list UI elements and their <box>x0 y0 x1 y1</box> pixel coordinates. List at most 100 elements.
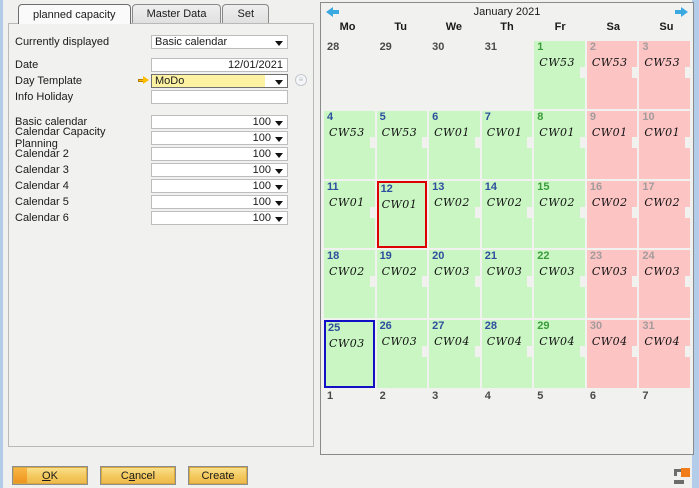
calendar-day-cell[interactable]: 27CW04 <box>429 320 480 388</box>
calendar-day-cell[interactable]: 12CW01 <box>377 181 428 249</box>
day-number: 28 <box>484 320 531 333</box>
calendar-day-cell[interactable]: 5 <box>534 390 585 451</box>
calendar-day-cell[interactable]: 16CW02 <box>587 181 638 249</box>
calendar-month-title: January 2021 <box>474 6 541 18</box>
calendar-day-cell[interactable]: 24CW03 <box>639 250 690 318</box>
calendar-day-cell[interactable]: 17CW02 <box>639 181 690 249</box>
date-label: Date <box>13 59 151 71</box>
create-button[interactable]: Create <box>188 466 248 485</box>
day-number: 1 <box>326 390 373 403</box>
calendar-day-cell[interactable]: 28CW04 <box>482 320 533 388</box>
calendar-day-cell[interactable]: 31 <box>482 41 533 109</box>
footer: OK Cancel Create <box>0 455 699 488</box>
calendar-capacity-dropdown[interactable]: 100 <box>151 115 288 129</box>
calendar-week-label: CW02 <box>431 196 478 209</box>
calendar-capacity-dropdown[interactable]: 100 <box>151 179 288 193</box>
calendar-day-cell[interactable]: 1CW53 <box>534 41 585 109</box>
calendar-day-cell[interactable]: 30CW04 <box>587 320 638 388</box>
day-template-dropdown[interactable]: MoDo <box>151 74 288 88</box>
weekday-label: Sa <box>587 21 640 37</box>
info-holiday-input[interactable] <box>151 90 288 104</box>
next-month-arrow-icon[interactable] <box>674 7 688 17</box>
calendar-week-label: CW03 <box>379 335 426 348</box>
calendar-day-cell[interactable]: 8CW01 <box>534 111 585 179</box>
day-number: 17 <box>641 181 688 194</box>
currently-displayed-dropdown[interactable]: Basic calendar <box>151 35 288 49</box>
currently-displayed-value: Basic calendar <box>152 36 287 48</box>
calendar-capacity-dropdown[interactable]: 100 <box>151 131 288 145</box>
chevron-down-icon[interactable] <box>275 137 283 142</box>
cancel-button[interactable]: Cancel <box>100 466 176 485</box>
calendar-day-cell[interactable]: 5CW53 <box>377 111 428 179</box>
calendar-capacity-value: 100 <box>152 180 287 192</box>
calendar-capacity-dropdown[interactable]: 100 <box>151 147 288 161</box>
tab-set[interactable]: Set <box>222 4 269 23</box>
chevron-down-icon[interactable] <box>275 185 283 190</box>
day-number: 9 <box>589 111 636 124</box>
calendar-day-cell[interactable]: 6CW01 <box>429 111 480 179</box>
calendar-capacity-value: 100 <box>152 196 287 208</box>
info-holiday-label: Info Holiday <box>13 91 151 103</box>
calendar-capacity-label: Calendar 3 <box>13 164 151 176</box>
calendar-capacity-dropdown[interactable]: 100 <box>151 211 288 225</box>
day-number: 30 <box>431 41 478 54</box>
calendar-day-cell[interactable]: 3 <box>429 390 480 451</box>
tab-master-data[interactable]: Master Data <box>132 4 222 23</box>
chevron-down-icon[interactable] <box>275 201 283 206</box>
calendar-day-cell[interactable]: 23CW03 <box>587 250 638 318</box>
tab-bar: planned capacity Master Data Set <box>18 4 270 24</box>
edit-list-icon[interactable]: ≡ <box>295 74 307 86</box>
calendar-day-cell[interactable]: 18CW02 <box>324 250 375 318</box>
corner-bracket <box>674 480 684 484</box>
calendar-day-cell[interactable]: 13CW02 <box>429 181 480 249</box>
date-input[interactable]: 12/01/2021 <box>151 58 288 72</box>
calendar-day-cell[interactable]: 19CW02 <box>377 250 428 318</box>
calendar-day-cell[interactable]: 29CW04 <box>534 320 585 388</box>
calendar-day-cell[interactable]: 11CW01 <box>324 181 375 249</box>
calendar-day-cell[interactable]: 4CW53 <box>324 111 375 179</box>
calendar-capacity-dropdown[interactable]: 100 <box>151 195 288 209</box>
day-number: 27 <box>431 320 478 333</box>
chevron-down-icon[interactable] <box>275 80 283 85</box>
day-number: 23 <box>589 250 636 263</box>
chevron-down-icon[interactable] <box>275 169 283 174</box>
calendar-day-cell[interactable]: 26CW03 <box>377 320 428 388</box>
day-number: 16 <box>589 181 636 194</box>
tab-planned-capacity[interactable]: planned capacity <box>18 4 131 24</box>
previous-month-arrow-icon[interactable] <box>326 7 340 17</box>
calendar-day-cell[interactable]: 2 <box>377 390 428 451</box>
calendar-day-cell[interactable]: 20CW03 <box>429 250 480 318</box>
calendar-day-cell[interactable]: 3CW53 <box>639 41 690 109</box>
calendar-day-cell[interactable]: 7CW01 <box>482 111 533 179</box>
calendar-week-label: CW01 <box>484 126 531 139</box>
calendar-day-cell[interactable]: 15CW02 <box>534 181 585 249</box>
chevron-down-icon[interactable] <box>275 153 283 158</box>
link-arrow-head <box>143 76 149 84</box>
link-arrow-icon[interactable] <box>138 76 149 85</box>
calendar-day-cell[interactable]: 30 <box>429 41 480 109</box>
day-number: 20 <box>431 250 478 263</box>
calendar-day-cell[interactable]: 4 <box>482 390 533 451</box>
weekday-label: Th <box>480 21 533 37</box>
day-number: 24 <box>641 250 688 263</box>
chevron-down-icon[interactable] <box>275 217 283 222</box>
calendar-day-cell[interactable]: 7 <box>639 390 690 451</box>
resize-corner-icon[interactable] <box>674 468 690 484</box>
calendar-day-cell[interactable]: 6 <box>587 390 638 451</box>
calendar-day-cell[interactable]: 22CW03 <box>534 250 585 318</box>
calendar-day-cell[interactable]: 29 <box>377 41 428 109</box>
calendar-capacity-dropdown[interactable]: 100 <box>151 163 288 177</box>
calendar-day-cell[interactable]: 28 <box>324 41 375 109</box>
calendar-day-cell[interactable]: 14CW02 <box>482 181 533 249</box>
calendar-day-cell[interactable]: 9CW01 <box>587 111 638 179</box>
ok-button[interactable]: OK <box>12 466 88 485</box>
calendar-day-cell[interactable]: 31CW04 <box>639 320 690 388</box>
weekday-label: We <box>427 21 480 37</box>
chevron-down-icon[interactable] <box>275 121 283 126</box>
calendar-day-cell[interactable]: 21CW03 <box>482 250 533 318</box>
calendar-day-cell[interactable]: 2CW53 <box>587 41 638 109</box>
chevron-down-icon[interactable] <box>275 41 283 46</box>
calendar-day-cell[interactable]: 10CW01 <box>639 111 690 179</box>
calendar-day-cell[interactable]: 25CW03 <box>324 320 375 388</box>
calendar-day-cell[interactable]: 1 <box>324 390 375 451</box>
